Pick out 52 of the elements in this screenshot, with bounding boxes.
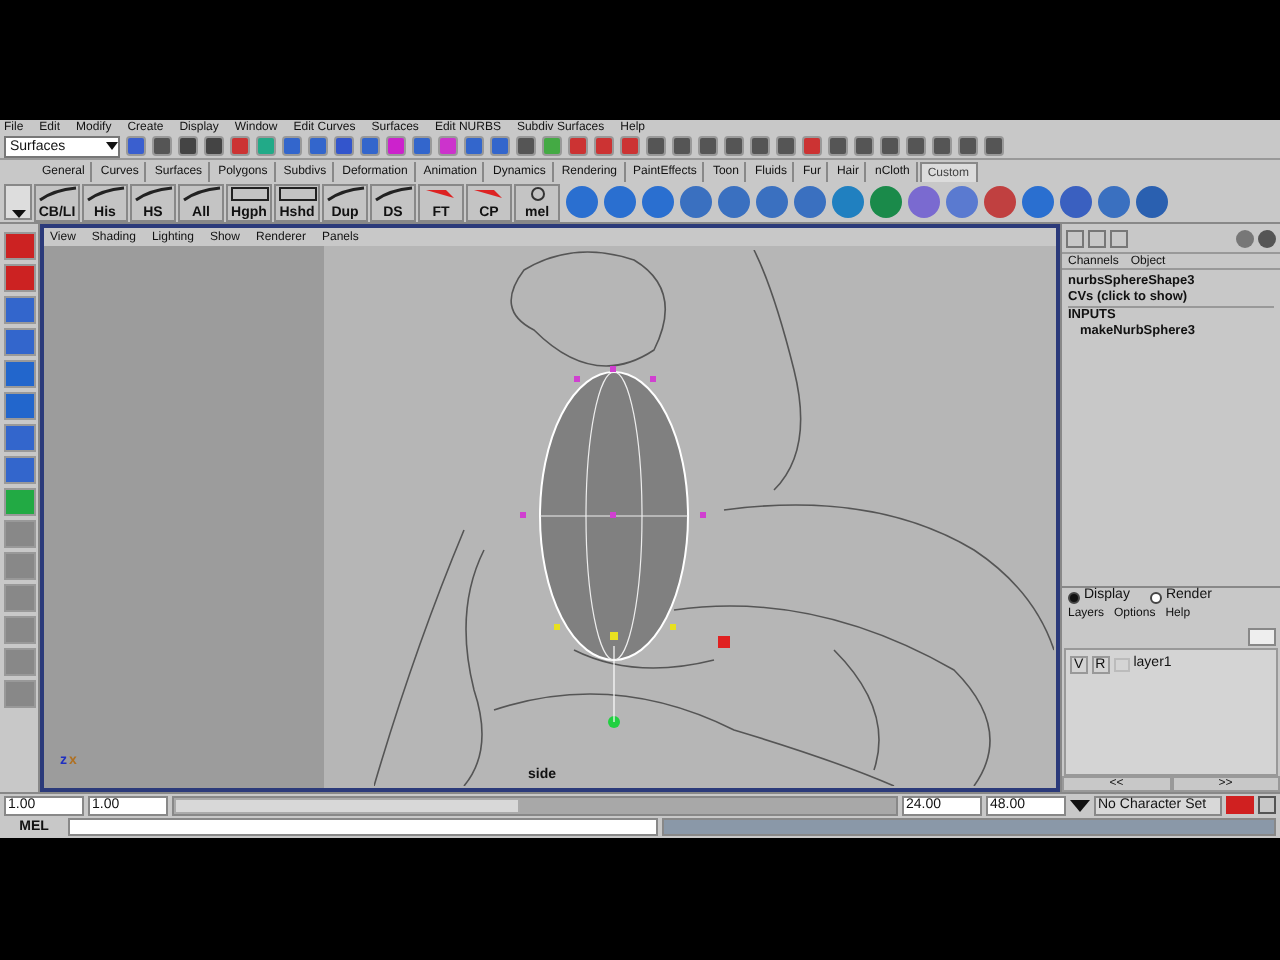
curve-icon: [181, 185, 221, 201]
tool-icon[interactable]: [3, 232, 35, 260]
shelf-tool-icon[interactable]: [832, 186, 864, 218]
shelf-menu-button[interactable]: [4, 184, 32, 220]
range-slider-bar[interactable]: [174, 797, 521, 813]
tool-icon[interactable]: [3, 392, 35, 420]
new-layer-icon[interactable]: [1248, 627, 1276, 645]
range-slider[interactable]: [172, 795, 898, 815]
shelf-tool-icon[interactable]: [604, 186, 636, 218]
tool-icon[interactable]: [3, 552, 35, 580]
dropdown-arrow-icon: [106, 140, 118, 152]
shelf-tool-icon[interactable]: [642, 186, 674, 218]
tool-icon[interactable]: [3, 616, 35, 644]
tool-icon[interactable]: [3, 520, 35, 548]
shelf-tool-icon[interactable]: [718, 186, 750, 218]
shelf-tool-icon[interactable]: [946, 186, 978, 218]
toolbar-icon[interactable]: [1258, 796, 1276, 814]
tool-icon[interactable]: [3, 648, 35, 676]
shelf-tool-icon[interactable]: [870, 186, 902, 218]
script-icon: [529, 185, 545, 201]
shelf-tool-icon[interactable]: [756, 186, 788, 218]
radio-button[interactable]: [1149, 591, 1162, 603]
tool-icon[interactable]: [3, 360, 35, 388]
curve-icon: [325, 185, 365, 201]
shelf-tool-icon[interactable]: [680, 186, 712, 218]
tool-icon[interactable]: [3, 328, 35, 356]
shelf-tool-icon[interactable]: [794, 186, 826, 218]
curve-icon: [37, 185, 77, 201]
shelf-tool-icon[interactable]: [908, 186, 940, 218]
shelf-tool-icon[interactable]: [984, 186, 1016, 218]
tool-icon[interactable]: [3, 264, 35, 292]
tool-icon[interactable]: [3, 424, 35, 452]
curve-icon: [133, 185, 173, 201]
shelf-tool-icon[interactable]: [1060, 186, 1092, 218]
graph-icon: [229, 185, 269, 201]
caret-icon[interactable]: [1070, 799, 1090, 811]
tool-icon[interactable]: [3, 296, 35, 324]
layer-color-swatch[interactable]: [1113, 657, 1130, 672]
shelf-tool-icon[interactable]: [1098, 186, 1130, 218]
curve-icon: [373, 185, 413, 201]
tool-icon[interactable]: [3, 488, 35, 516]
shelf-tool-icon[interactable]: [1136, 186, 1168, 218]
curve-icon: [85, 185, 125, 201]
graph-icon: [277, 185, 317, 201]
tool-icon[interactable]: [3, 680, 35, 708]
shelf-tool-icon[interactable]: [1022, 186, 1054, 218]
command-input-field[interactable]: [68, 818, 658, 836]
caret-icon: [11, 210, 25, 218]
tool-icon[interactable]: [3, 456, 35, 484]
shelf-tool-icon[interactable]: [566, 186, 598, 218]
radio-button[interactable]: [1068, 591, 1080, 603]
tool-icon[interactable]: [3, 584, 35, 612]
